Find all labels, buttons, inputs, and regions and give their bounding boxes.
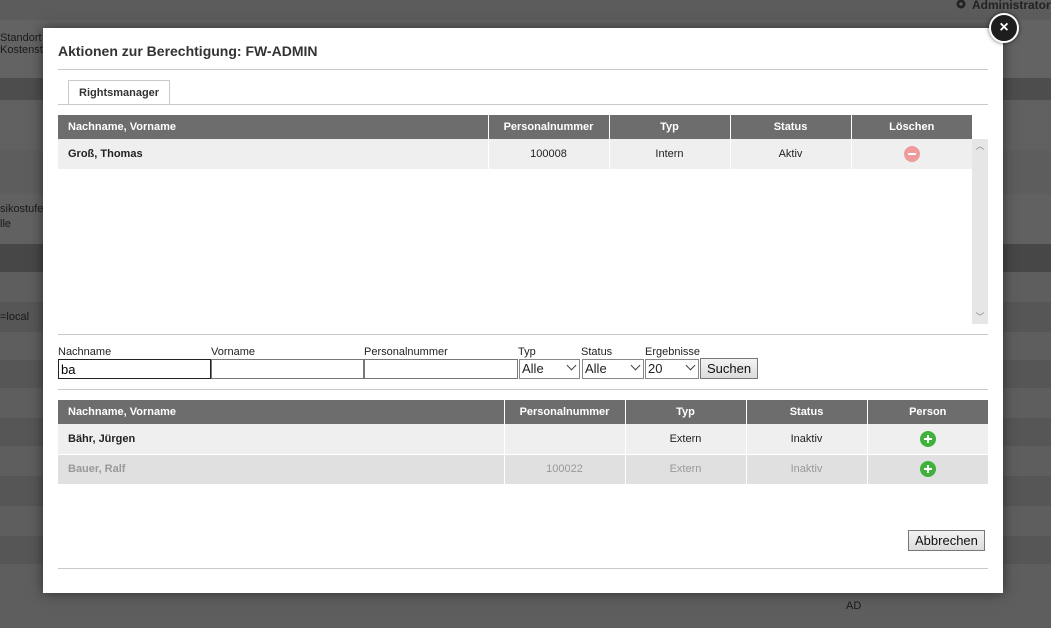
assigned-persons-table: Nachname, Vorname Personalnummer Typ Sta… bbox=[58, 115, 972, 170]
section-divider bbox=[58, 334, 988, 335]
cell-personalnummer: 100008 bbox=[488, 139, 610, 170]
chevron-down-icon bbox=[566, 360, 577, 371]
column-header-name[interactable]: Nachname, Vorname bbox=[58, 115, 489, 139]
title-divider bbox=[58, 69, 988, 70]
close-icon: × bbox=[999, 19, 1009, 36]
cell-status: Inaktiv bbox=[746, 424, 868, 455]
column-header-personalnummer[interactable]: Personalnummer bbox=[504, 400, 626, 424]
add-person-icon[interactable] bbox=[919, 461, 936, 477]
bg-topbar bbox=[0, 0, 1051, 20]
cell-person bbox=[867, 424, 988, 455]
cell-name: Bauer, Ralf bbox=[58, 454, 505, 485]
column-header-loeschen: Löschen bbox=[851, 115, 972, 139]
chevron-down-icon bbox=[630, 360, 641, 371]
footer-divider bbox=[58, 568, 988, 569]
table-header-row: Nachname, Vorname Personalnummer Typ Sta… bbox=[58, 400, 988, 424]
add-person-icon[interactable] bbox=[919, 430, 936, 447]
bg-ad-label: AD bbox=[846, 600, 862, 612]
column-header-status[interactable]: Status bbox=[730, 115, 852, 139]
tab-rightsmanager[interactable]: Rightsmanager bbox=[68, 80, 171, 105]
column-header-name[interactable]: Nachname, Vorname bbox=[58, 400, 505, 424]
status-select-value: Alle bbox=[585, 361, 607, 376]
cell-typ: Intern bbox=[609, 139, 731, 170]
bg-kostenstelle-label: Kostenst bbox=[0, 44, 43, 56]
typ-label: Typ bbox=[518, 346, 536, 358]
column-header-person: Person bbox=[867, 400, 988, 424]
scroll-down-icon[interactable]: ﹀ bbox=[972, 310, 988, 324]
cell-person bbox=[867, 454, 988, 485]
personalnummer-input[interactable] bbox=[364, 359, 518, 379]
cancel-button[interactable]: Abbrechen bbox=[908, 530, 985, 551]
bg-alle-label: lle bbox=[0, 218, 12, 230]
table-header-row: Nachname, Vorname Personalnummer Typ Sta… bbox=[58, 115, 972, 139]
cell-status: Aktiv bbox=[730, 139, 852, 170]
cell-typ: Extern bbox=[625, 424, 747, 455]
bg-admin-label: Administrator bbox=[972, 0, 1051, 12]
bg-standort-label: Standort bbox=[0, 32, 42, 44]
cell-typ: Extern bbox=[625, 454, 747, 485]
gear-icon bbox=[954, 0, 968, 10]
typ-select-value: Alle bbox=[522, 361, 544, 376]
cell-name: Bähr, Jürgen bbox=[58, 424, 505, 455]
search-results-table: Nachname, Vorname Personalnummer Typ Sta… bbox=[58, 400, 988, 485]
nachname-label: Nachname bbox=[58, 346, 112, 358]
close-dialog-button[interactable]: × bbox=[989, 13, 1019, 43]
vorname-label: Vorname bbox=[211, 346, 256, 358]
remove-icon[interactable] bbox=[903, 145, 920, 162]
scroll-up-icon[interactable]: ︿ bbox=[972, 139, 988, 153]
status-select[interactable]: Alle bbox=[582, 359, 644, 379]
ergebnisse-label: Ergebnisse bbox=[645, 346, 701, 358]
bg-admin-menu: Administrator bbox=[954, 0, 1051, 12]
nachname-input[interactable] bbox=[58, 359, 211, 379]
cell-name: Groß, Thomas bbox=[58, 139, 489, 170]
section-divider bbox=[58, 389, 988, 390]
personalnummer-label: Personalnummer bbox=[364, 346, 448, 358]
ergebnisse-select[interactable]: 20 bbox=[645, 359, 699, 379]
search-button[interactable]: Suchen bbox=[700, 358, 759, 379]
column-header-typ[interactable]: Typ bbox=[625, 400, 747, 424]
column-header-personalnummer[interactable]: Personalnummer bbox=[488, 115, 610, 139]
cell-status: Inaktiv bbox=[746, 454, 868, 485]
chevron-down-icon bbox=[685, 360, 696, 371]
assigned-table-scrollbar[interactable]: ︿ ﹀ bbox=[972, 139, 988, 324]
cell-personalnummer bbox=[504, 424, 626, 455]
tab-bar-line bbox=[58, 104, 988, 105]
typ-select[interactable]: Alle bbox=[519, 359, 580, 379]
table-row: Groß, Thomas 100008 Intern Aktiv bbox=[58, 139, 972, 170]
cell-loeschen bbox=[851, 139, 972, 170]
cell-personalnummer: 100022 bbox=[504, 454, 626, 485]
table-row: Bauer, Ralf 100022 Extern Inaktiv bbox=[58, 454, 988, 485]
column-header-status[interactable]: Status bbox=[746, 400, 868, 424]
permission-actions-dialog: Aktionen zur Berechtigung: FW-ADMIN Righ… bbox=[43, 28, 1003, 593]
bg-risiko-label: sikostufe bbox=[0, 203, 44, 215]
dialog-title: Aktionen zur Berechtigung: FW-ADMIN bbox=[58, 43, 318, 59]
table-row: Bähr, Jürgen Extern Inaktiv bbox=[58, 424, 988, 455]
column-header-typ[interactable]: Typ bbox=[609, 115, 731, 139]
vorname-input[interactable] bbox=[211, 359, 364, 379]
bg-local-label: =local bbox=[0, 311, 30, 323]
ergebnisse-select-value: 20 bbox=[648, 361, 663, 376]
status-label: Status bbox=[581, 346, 613, 358]
